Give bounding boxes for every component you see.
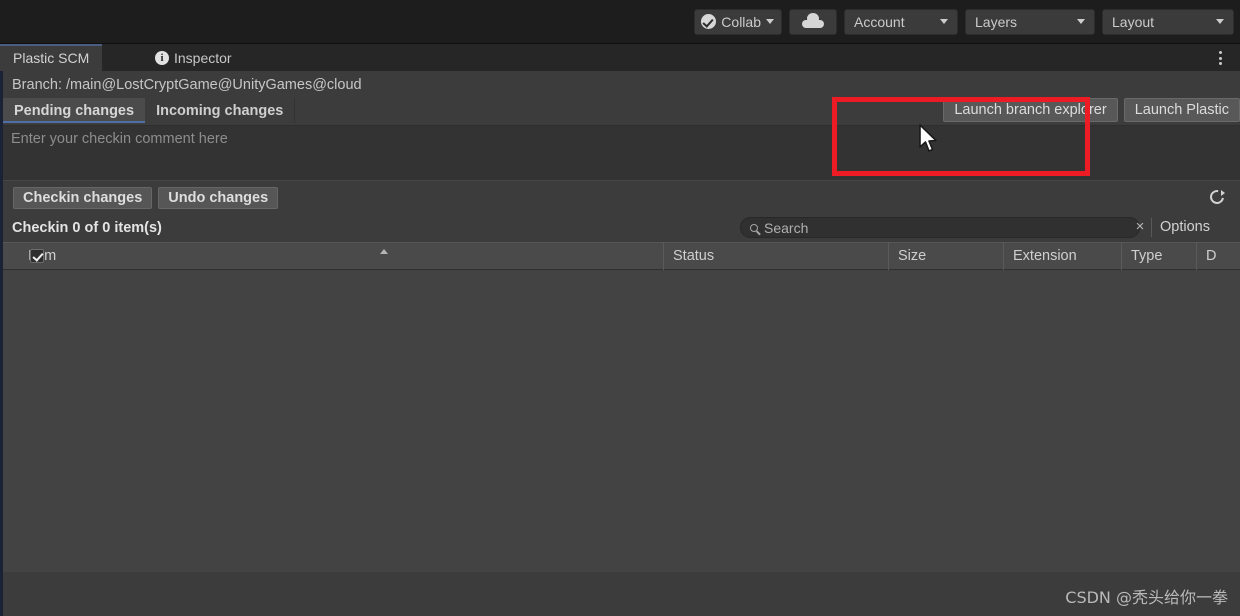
- editor-toolbar: Collab Account Layers Layout: [0, 0, 1240, 44]
- tab-inspector-label: Inspector: [174, 49, 232, 66]
- column-header-type-label: Type: [1131, 248, 1163, 264]
- check-circle-icon: [701, 14, 717, 29]
- tab-plastic-scm-label: Plastic SCM: [13, 49, 90, 66]
- cloud-icon: [802, 12, 824, 28]
- column-header-extension[interactable]: Extension: [1003, 242, 1121, 270]
- column-header-type[interactable]: Type: [1121, 242, 1196, 270]
- column-header-date[interactable]: D: [1196, 242, 1240, 270]
- launch-button-group: Launch branch explorer Launch Plastic: [937, 98, 1240, 122]
- mouse-cursor-icon: [919, 124, 937, 152]
- column-header-size-label: Size: [898, 248, 927, 264]
- column-header-date-label: D: [1206, 248, 1217, 264]
- launch-plastic-button[interactable]: Launch Plastic: [1123, 98, 1240, 122]
- checkin-status-text: Checkin 0 of 0 item(s): [12, 220, 162, 236]
- table-header: Item Status Size Extension Type D: [3, 242, 1240, 270]
- panel-tab-bar: Plastic SCM i Inspector: [0, 44, 1240, 71]
- column-header-extension-label: Extension: [1013, 248, 1077, 264]
- launch-branch-explorer-button[interactable]: Launch branch explorer: [943, 98, 1118, 122]
- subtab-incoming-changes-label: Incoming changes: [156, 102, 284, 119]
- chevron-down-icon: [1077, 19, 1085, 24]
- search-icon: [750, 223, 758, 232]
- search-placeholder: Search: [764, 219, 809, 236]
- account-label: Account: [854, 13, 905, 30]
- subtab-incoming-changes[interactable]: Incoming changes: [145, 98, 296, 123]
- collab-button[interactable]: Collab: [694, 8, 782, 35]
- tab-inspector[interactable]: i Inspector: [142, 44, 245, 71]
- search-clear-button[interactable]: ×: [1133, 218, 1147, 235]
- branch-label: Branch: /main@LostCryptGame@UnityGames@c…: [12, 76, 362, 93]
- column-header-size[interactable]: Size: [888, 242, 1003, 270]
- select-all-checkbox[interactable]: [30, 249, 44, 263]
- subtab-pending-changes-label: Pending changes: [14, 102, 135, 119]
- column-header-status-label: Status: [673, 248, 715, 264]
- refresh-icon: [1209, 189, 1225, 205]
- launch-plastic-label: Launch Plastic: [1134, 102, 1229, 118]
- checkin-comment-input[interactable]: Enter your checkin comment here: [3, 125, 1240, 181]
- checkin-changes-button[interactable]: Checkin changes: [13, 186, 153, 209]
- account-button[interactable]: Account: [844, 8, 958, 35]
- search-input[interactable]: Search: [740, 217, 1140, 238]
- watermark-text: CSDN @秃头给你一拳: [1065, 588, 1228, 607]
- tab-plastic-scm[interactable]: Plastic SCM: [0, 44, 103, 71]
- action-button-row: Checkin changes Undo changes: [3, 181, 1240, 214]
- info-icon: i: [155, 50, 169, 65]
- subtab-pending-changes[interactable]: Pending changes: [3, 98, 146, 123]
- launch-branch-explorer-label: Launch branch explorer: [954, 102, 1107, 118]
- sort-ascending-icon: [380, 249, 388, 254]
- unity-editor-window: Collab Account Layers Layout Plastic SCM…: [0, 0, 1240, 616]
- cloud-button[interactable]: [789, 8, 837, 35]
- changes-list[interactable]: [3, 270, 1240, 572]
- layers-label: Layers: [975, 13, 1018, 30]
- branch-bar: Branch: /main@LostCryptGame@UnityGames@c…: [3, 71, 1240, 98]
- pending-changes-subtab-bar: Pending changes Incoming changes Launch …: [3, 98, 1240, 125]
- column-header-item[interactable]: Item: [3, 242, 663, 270]
- layout-button[interactable]: Layout: [1102, 8, 1234, 35]
- kebab-menu-icon[interactable]: [1212, 49, 1228, 67]
- checkin-changes-label: Checkin changes: [23, 189, 143, 206]
- checkin-comment-placeholder: Enter your checkin comment here: [11, 131, 228, 147]
- options-divider: [1151, 218, 1152, 237]
- status-row: Checkin 0 of 0 item(s) Search × Options: [3, 214, 1240, 242]
- undo-changes-button[interactable]: Undo changes: [158, 186, 279, 209]
- layers-button[interactable]: Layers: [965, 8, 1095, 35]
- chevron-down-icon: [940, 19, 948, 24]
- layout-label: Layout: [1112, 13, 1155, 30]
- collab-label: Collab: [721, 13, 761, 30]
- chevron-down-icon: [1216, 19, 1224, 24]
- chevron-down-icon: [766, 19, 774, 24]
- plastic-scm-panel: Branch: /main@LostCryptGame@UnityGames@c…: [0, 71, 1240, 616]
- column-header-status[interactable]: Status: [663, 242, 888, 270]
- undo-changes-label: Undo changes: [168, 189, 269, 206]
- options-button[interactable]: Options: [1160, 219, 1210, 235]
- refresh-button[interactable]: [1204, 185, 1230, 209]
